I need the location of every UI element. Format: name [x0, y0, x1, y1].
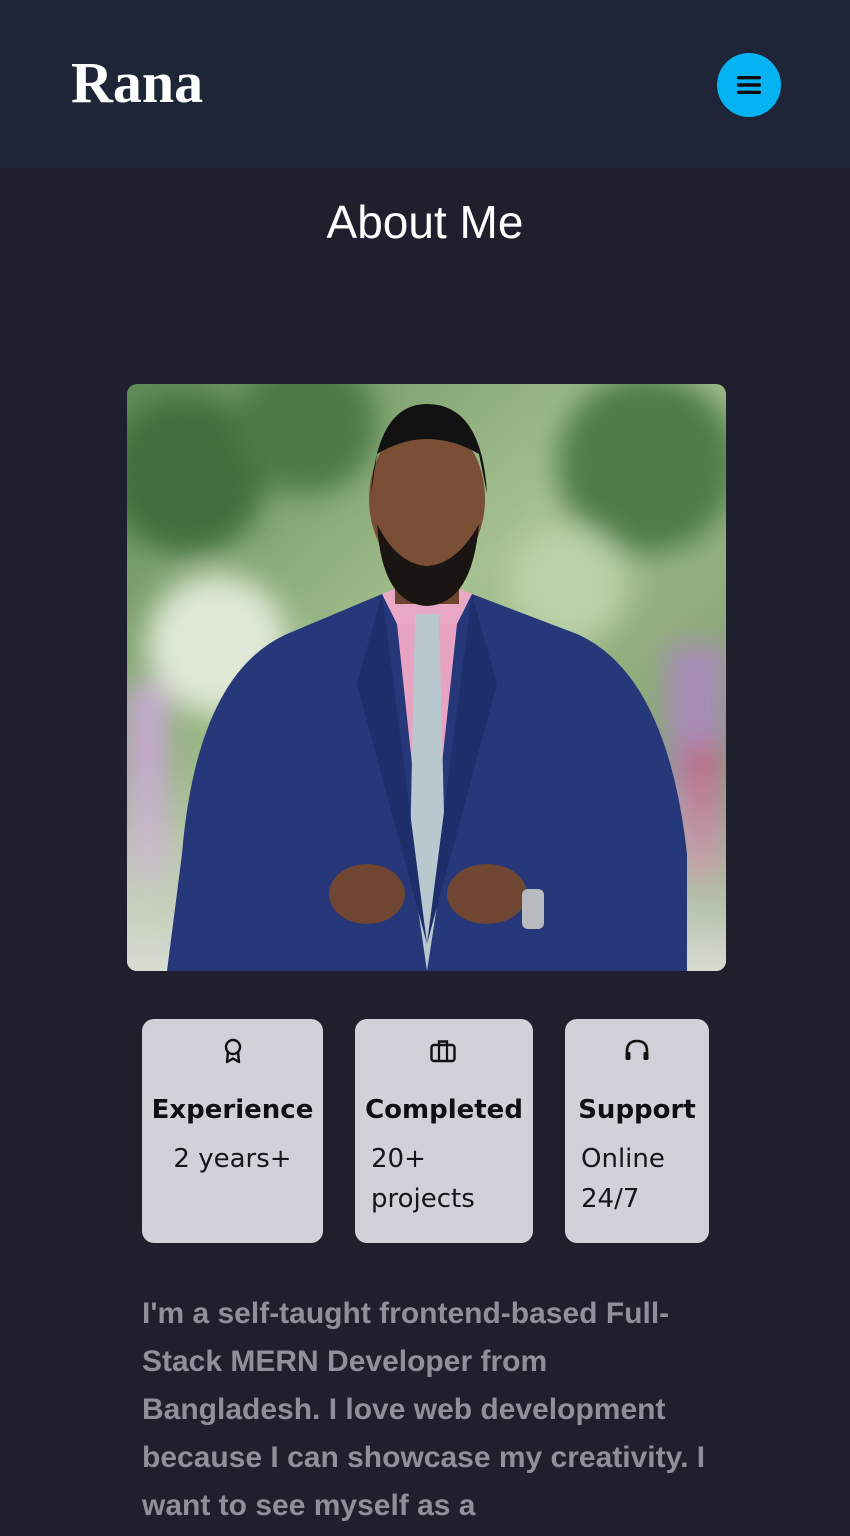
experience-card: Experience 2 years+ — [142, 1019, 323, 1243]
card-value: 2 years+ — [173, 1144, 292, 1174]
briefcase-icon — [430, 1040, 456, 1063]
site-header: Rana — [0, 0, 850, 168]
card-value: 20+ projects — [371, 1144, 475, 1214]
profile-photo — [127, 384, 726, 971]
headset-icon — [625, 1039, 649, 1060]
card-title: Experience — [151, 1095, 314, 1125]
menu-button[interactable] — [717, 53, 781, 117]
section-title: About Me — [326, 196, 524, 248]
completed-card: Completed 20+ projects — [355, 1019, 533, 1243]
hamburger-menu-icon — [737, 76, 761, 94]
award-icon — [224, 1038, 242, 1064]
card-title: Support — [578, 1095, 696, 1125]
card-title: Completed — [365, 1095, 523, 1125]
bio-text: I'm a self-taught frontend-based Full-St… — [142, 1297, 706, 1522]
support-card: Support Online 24/7 — [565, 1019, 709, 1243]
brand-logo[interactable]: Rana — [71, 48, 203, 118]
card-value: Online 24/7 — [581, 1144, 665, 1214]
